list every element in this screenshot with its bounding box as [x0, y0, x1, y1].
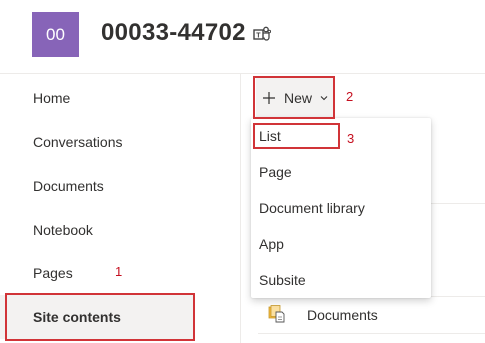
sharepoint-site-page: 00 00033-44702 T Home Conversations Docu…	[0, 0, 485, 343]
menu-item-label: Subsite	[259, 272, 306, 288]
nav-divider	[240, 74, 241, 343]
menu-item-page[interactable]: Page	[251, 154, 431, 190]
teams-icon[interactable]: T	[253, 26, 271, 42]
annotation-number: 3	[347, 131, 355, 146]
nav-item-label: Home	[33, 90, 71, 106]
annotation-number: 2	[346, 89, 354, 104]
menu-item-label: Page	[259, 164, 292, 180]
nav-item-conversations[interactable]: Conversations	[0, 124, 240, 160]
content-row-documents[interactable]: Documents	[258, 297, 485, 333]
annotation-number: 1	[115, 264, 123, 279]
site-title: 00033-44702	[101, 19, 246, 46]
content-divider	[258, 333, 485, 334]
menu-item-label: App	[259, 236, 284, 252]
svg-text:T: T	[256, 32, 261, 39]
content-row-label: Documents	[307, 307, 378, 323]
nav-item-home[interactable]: Home	[0, 80, 240, 116]
site-logo[interactable]: 00	[32, 12, 79, 57]
site-logo-text: 00	[46, 24, 65, 44]
menu-item-label: Document library	[259, 200, 365, 216]
annotation-box-site-contents	[5, 293, 195, 341]
document-library-icon	[268, 305, 285, 323]
nav-item-label: Notebook	[33, 222, 93, 238]
nav-item-notebook[interactable]: Notebook	[0, 212, 240, 248]
annotation-box-list	[253, 123, 340, 149]
annotation-box-new-button	[253, 76, 335, 119]
nav-item-label: Pages	[33, 265, 73, 281]
menu-item-app[interactable]: App	[251, 226, 431, 262]
nav-item-label: Documents	[33, 178, 104, 194]
menu-item-document-library[interactable]: Document library	[251, 190, 431, 226]
nav-item-label: Conversations	[33, 134, 123, 150]
nav-item-documents[interactable]: Documents	[0, 168, 240, 204]
menu-item-subsite[interactable]: Subsite	[251, 262, 431, 298]
